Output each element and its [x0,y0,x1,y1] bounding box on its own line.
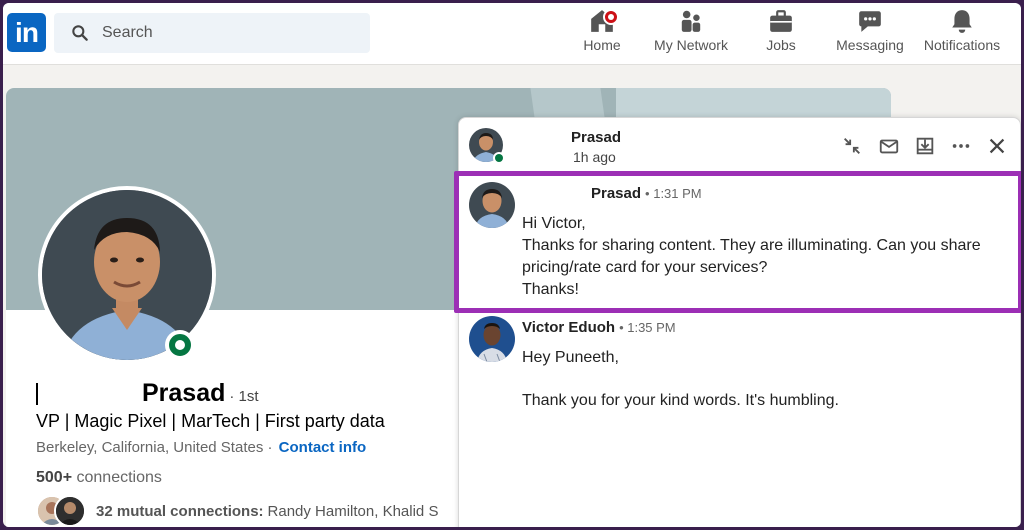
conversation-header[interactable]: Prasad 1h ago [459,118,1021,172]
envelope-icon[interactable] [878,135,900,157]
message-line: Hi Victor, [522,215,586,232]
nav-notifications[interactable]: Notifications [917,8,1007,58]
message-item: Victor Eduoh • 1:35 PM Hey Puneeth, Thank… [459,316,1021,426]
mutual-avatars [36,495,88,527]
location-row: Berkeley, California, United States · Co… [36,439,366,456]
sender-avatar[interactable] [469,316,515,362]
message-line: Thank you for your kind words. It's humb… [522,392,839,409]
sender-avatar[interactable] [469,182,515,228]
network-icon [681,10,701,32]
nav-home[interactable]: Home [573,8,631,58]
messaging-icon [859,11,881,32]
header-last-active: 1h ago [573,149,616,165]
notification-badge [603,9,620,25]
close-icon[interactable] [986,135,1008,157]
nav-my-network-label: My Network [654,37,728,53]
contact-info-link[interactable]: Contact info [279,439,367,456]
connections-count[interactable]: 500+ connections [36,469,162,487]
message-line: Hey Puneeth, [522,349,619,366]
nav-home-label: Home [583,37,621,53]
message-time: • 1:31 PM [645,186,702,201]
online-status-indicator [165,330,195,360]
screen-frame: in Home My Network [3,3,1021,527]
mutual-count: 32 mutual connections: [96,502,264,520]
compress-icon[interactable] [841,135,863,157]
nav-notifications-label: Notifications [923,37,1001,53]
mutual-connections[interactable]: 32 mutual connections: Randy Hamilton, K… [36,495,438,527]
sender-name: Victor Eduoh [522,319,616,336]
top-navigation: in Home My Network [3,3,1021,65]
search-icon [72,25,88,41]
connection-degree: · 1st [229,388,259,405]
nav-messaging-label: Messaging [836,37,904,53]
message-line: Thanks for sharing content. They are ill… [522,237,981,254]
profile-name-row: Prasad · 1st [36,379,259,408]
connections-number: 500+ [36,469,73,486]
nav-jobs[interactable]: Jobs [753,8,809,58]
profile-headline: VP | Magic Pixel | MarTech | First party… [36,411,385,431]
mutual-avatar [54,495,86,527]
header-online-indicator [493,152,505,164]
nav-jobs-label: Jobs [766,37,796,53]
message-item: Prasad • 1:31 PM Hi Victor, Thanks for sh… [459,182,1021,302]
text-cursor [36,382,38,405]
profile-name: Prasad [142,379,226,407]
linkedin-logo[interactable]: in [7,13,46,52]
search-input[interactable] [102,24,342,42]
messaging-panel: Prasad 1h ago Prasad • 1:31 PM Hi Victor… [458,117,1021,527]
message-sender[interactable]: Victor Eduoh • 1:35 PM [522,319,676,336]
message-line: pricing/rate card for your services? [522,259,768,276]
connections-label: connections [72,469,162,486]
message-time: • 1:35 PM [619,320,676,335]
jobs-icon [770,10,792,32]
nav-messaging[interactable]: Messaging [829,8,911,58]
mutual-names: Randy Hamilton, Khalid S [267,502,439,520]
message-line: Thanks! [522,281,579,298]
search-box[interactable] [54,13,370,53]
sender-name: Prasad [591,185,642,202]
more-icon[interactable] [950,135,972,157]
profile-location: Berkeley, California, United States · [36,439,273,456]
message-sender[interactable]: Prasad • 1:31 PM [591,185,702,202]
nav-my-network[interactable]: My Network [649,8,733,58]
header-name[interactable]: Prasad [571,129,621,146]
bell-icon [952,10,972,33]
archive-icon[interactable] [914,135,936,157]
